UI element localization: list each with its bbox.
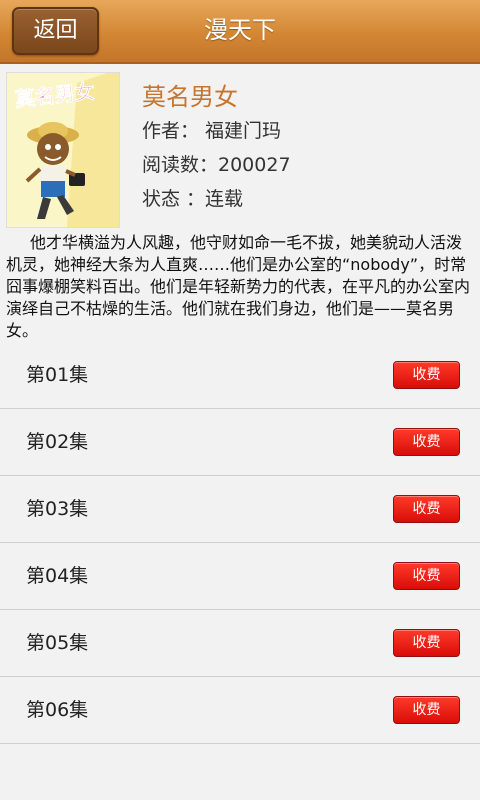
episode-row[interactable]: 第03集 收费: [0, 476, 480, 543]
episode-label: 第01集: [26, 364, 89, 386]
paid-button[interactable]: 收费: [393, 629, 460, 657]
paid-button[interactable]: 收费: [393, 495, 460, 523]
book-cover-image: 莫名男女: [6, 72, 120, 228]
episode-list: 第01集 收费 第02集 收费 第03集 收费 第04集 收费 第05集 收费 …: [0, 342, 480, 744]
author-line: 作者： 福建门玛: [142, 120, 282, 142]
paid-button[interactable]: 收费: [393, 562, 460, 590]
paid-button[interactable]: 收费: [393, 696, 460, 724]
episode-row[interactable]: 第04集 收费: [0, 543, 480, 610]
episode-label: 第06集: [26, 699, 89, 721]
episode-label: 第04集: [26, 565, 89, 587]
episode-row[interactable]: 第05集 收费: [0, 610, 480, 677]
episode-row[interactable]: 第06集 收费: [0, 677, 480, 744]
episode-label: 第05集: [26, 632, 89, 654]
back-button[interactable]: 返回: [12, 7, 99, 55]
app-title: 漫天下: [204, 16, 276, 44]
status-line: 状态 ：连载: [142, 188, 244, 210]
book-title: 莫名男女: [142, 83, 238, 111]
paid-button[interactable]: 收费: [393, 428, 460, 456]
book-description: 他才华横溢为人风趣，他守财如命一毛不拔，她美貌动人活泼机灵，她神经大条为人直爽……: [6, 233, 471, 340]
read-count-line: 阅读数：200027: [142, 154, 291, 176]
top-bar: 返回 漫天下: [0, 0, 480, 64]
episode-row[interactable]: 第02集 收费: [0, 409, 480, 476]
paid-button[interactable]: 收费: [393, 361, 460, 389]
episode-row[interactable]: 第01集 收费: [0, 342, 480, 409]
episode-label: 第03集: [26, 498, 89, 520]
episode-label: 第02集: [26, 431, 89, 453]
